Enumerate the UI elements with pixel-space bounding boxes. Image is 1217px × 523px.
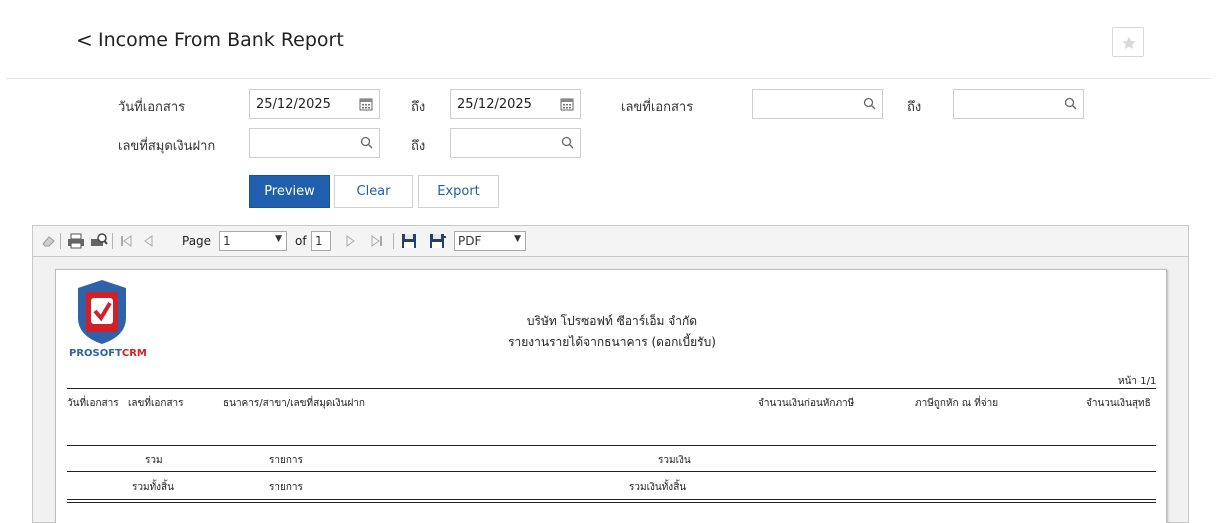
chevron-down-icon: ▼	[275, 234, 282, 244]
export-button[interactable]: Export	[418, 175, 499, 208]
of-label: of	[295, 234, 307, 248]
page-label: Page	[182, 234, 212, 248]
summary-amount-label: รวมเงิน	[658, 455, 691, 466]
preview-button[interactable]: Preview	[249, 175, 330, 208]
next-page-icon[interactable]	[344, 233, 358, 249]
grand-items-label: รายการ	[269, 482, 303, 493]
date-to-label: ถึง	[411, 100, 426, 115]
header-top-line	[67, 388, 1156, 389]
page-header: < Income From Bank Report	[0, 0, 1217, 80]
calendar-icon[interactable]	[359, 97, 373, 111]
col-doc-date: วันที่เอกสาร	[67, 398, 119, 409]
summary-top-line	[67, 445, 1156, 446]
back-button[interactable]: <	[76, 28, 93, 52]
report-title: รายงานรายได้จากธนาคาร (ดอกเบี้ยรับ)	[508, 335, 716, 349]
date-to-field[interactable]: 25/12/2025	[450, 89, 581, 119]
eraser-icon[interactable]	[41, 233, 57, 249]
col-withholding-tax: ภาษีถูกหัก ณ ที่จ่าย	[915, 398, 999, 409]
date-from-field[interactable]: 25/12/2025	[249, 89, 380, 119]
doc-no-to-field[interactable]	[953, 89, 1084, 119]
favorite-button[interactable]	[1112, 27, 1144, 57]
search-icon[interactable]	[360, 136, 373, 149]
star-icon	[1122, 36, 1136, 50]
grand-total-line-2	[67, 502, 1156, 503]
col-amount-before-tax: จำนวนเงินก่อนหักภาษี	[758, 398, 855, 409]
company-name: บริษัท โปรซอฟท์ ซีอาร์เอ็ม จำกัด	[526, 314, 698, 328]
export-icon[interactable]	[429, 233, 447, 249]
search-icon[interactable]	[561, 136, 574, 149]
page-select-value: 1	[223, 234, 231, 248]
viewer-toolbar: Page 1 ▼ of 1 PDF ▼	[33, 226, 1188, 257]
calendar-icon[interactable]	[560, 97, 574, 111]
toolbar-separator	[60, 233, 61, 249]
doc-no-label: เลขที่เอกสาร	[621, 100, 694, 115]
grand-amount-label: รวมเงินทั้งสิ้น	[629, 482, 687, 493]
page-info: หน้า 1/1	[1118, 376, 1157, 387]
col-bank: ธนาคาร/สาขา/เลขที่สมุดเงินฝาก	[223, 398, 365, 409]
grand-total-line-1	[67, 499, 1156, 500]
search-icon[interactable]	[863, 97, 876, 110]
passbook-to-label: ถึง	[411, 139, 426, 154]
doc-date-label: วันที่เอกสาร	[118, 100, 186, 115]
passbook-label: เลขที่สมุดเงินฝาก	[118, 139, 216, 154]
print-preview-icon[interactable]	[90, 233, 108, 249]
doc-no-to-label: ถึง	[907, 100, 922, 115]
col-doc-no: เลขที่เอกสาร	[128, 398, 184, 409]
total-pages-value: 1	[315, 234, 323, 248]
previous-page-icon[interactable]	[141, 233, 155, 249]
report-viewer: Page 1 ▼ of 1 PDF ▼ PROSOFTCRM บริษัท โป…	[32, 225, 1189, 523]
search-icon[interactable]	[1064, 97, 1077, 110]
summary-items-label: รายการ	[269, 455, 303, 466]
save-icon[interactable]	[401, 233, 417, 249]
col-net-amount: จำนวนเงินสุทธิ	[1086, 398, 1151, 409]
doc-no-from-field[interactable]	[752, 89, 883, 119]
report-page: PROSOFTCRM บริษัท โปรซอฟท์ ซีอาร์เอ็ม จำ…	[55, 269, 1167, 523]
date-from-value: 25/12/2025	[256, 97, 331, 112]
date-to-value: 25/12/2025	[457, 97, 532, 112]
header-divider	[6, 78, 1211, 79]
print-icon[interactable]	[67, 233, 85, 249]
format-select-value: PDF	[458, 234, 482, 248]
total-pages-box: 1	[311, 231, 331, 251]
clear-button[interactable]: Clear	[334, 175, 413, 208]
passbook-to-field[interactable]	[450, 128, 581, 158]
page-select[interactable]: 1 ▼	[219, 231, 287, 251]
first-page-icon[interactable]	[119, 233, 133, 249]
summary-total-label: รวม	[145, 455, 163, 466]
page-title: Income From Bank Report	[98, 29, 344, 51]
summary-bottom-line	[67, 471, 1156, 472]
format-select[interactable]: PDF ▼	[454, 231, 526, 251]
chevron-down-icon: ▼	[514, 234, 521, 244]
toolbar-separator	[393, 233, 394, 249]
toolbar-separator	[112, 233, 113, 249]
last-page-icon[interactable]	[370, 233, 384, 249]
passbook-from-field[interactable]	[249, 128, 380, 158]
grand-total-label: รวมทั้งสิ้น	[132, 482, 174, 493]
